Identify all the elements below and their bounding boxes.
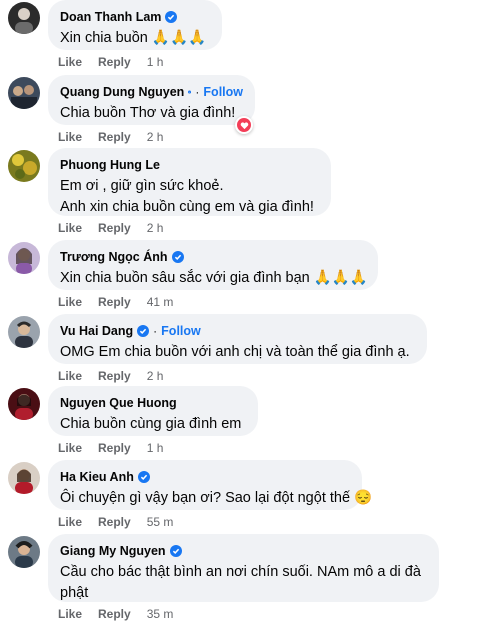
comment-text: Ôi chuyện gì vậy bạn ơi? Sao lại đột ngộ… — [60, 490, 373, 506]
avatar[interactable] — [8, 77, 40, 109]
verified-badge-icon — [137, 470, 150, 483]
like-button[interactable]: Like — [58, 515, 82, 529]
reply-button[interactable]: Reply — [98, 295, 131, 309]
comment-text: OMG Em chia buồn với anh chị và toàn thể… — [60, 344, 410, 360]
like-button[interactable]: Like — [58, 441, 82, 455]
comment-text: Chia buồn Thơ và gia đình! — [60, 105, 236, 121]
author-name[interactable]: Doan Thanh Lam — [60, 10, 161, 24]
verified-badge-icon — [165, 10, 178, 23]
comment-text: Em ơi , giữ gìn sức khoẻ. — [60, 178, 224, 194]
avatar[interactable] — [8, 316, 40, 348]
avatar[interactable] — [8, 536, 40, 568]
verified-badge-icon — [171, 250, 184, 263]
avatar[interactable] — [8, 150, 40, 182]
comment-text: Cầu cho bác thật bình an nơi chín suối. … — [60, 564, 421, 580]
comment-bubble: Doan Thanh Lam Xin chia buồn 🙏🙏🙏 — [48, 0, 222, 50]
author-name[interactable]: Quang Dung Nguyen — [60, 85, 184, 99]
comment-timestamp[interactable]: 1 h — [147, 55, 164, 69]
avatar[interactable] — [8, 242, 40, 274]
like-button[interactable]: Like — [58, 55, 82, 69]
like-button[interactable]: Like — [58, 295, 82, 309]
comment-text: Xin chia buồn 🙏🙏🙏 — [60, 30, 207, 46]
comment-bubble: Giang My Nguyen Cầu cho bác thật bình an… — [48, 534, 439, 602]
avatar[interactable] — [8, 462, 40, 494]
comment-timestamp[interactable]: 41 m — [147, 295, 174, 309]
author-name[interactable]: Vu Hai Dang — [60, 324, 133, 338]
reply-button[interactable]: Reply — [98, 515, 131, 529]
verified-badge-icon — [137, 324, 150, 337]
avatar[interactable] — [8, 2, 40, 34]
author-name[interactable]: Ha Kieu Anh — [60, 470, 134, 484]
reply-button[interactable]: Reply — [98, 221, 131, 235]
author-name[interactable]: Nguyen Que Huong — [60, 396, 177, 410]
comment-timestamp[interactable]: 2 h — [147, 221, 164, 235]
reply-button[interactable]: Reply — [98, 369, 131, 383]
comment-timestamp[interactable]: 2 h — [147, 130, 164, 144]
comment-text: Chia buồn cùng gia đình em — [60, 416, 242, 432]
comment-bubble: Quang Dung Nguyen · Follow Chia buồn Thơ… — [48, 75, 255, 125]
like-button[interactable]: Like — [58, 607, 82, 621]
avatar[interactable] — [8, 388, 40, 420]
separator-dot: · — [195, 84, 200, 99]
reply-button[interactable]: Reply — [98, 130, 131, 144]
like-button[interactable]: Like — [58, 130, 82, 144]
verified-badge-icon — [169, 544, 182, 557]
comment-text: Anh xin chia buồn cùng em và gia đình! — [60, 199, 314, 215]
comment-bubble: Nguyen Que Huong Chia buồn cùng gia đình… — [48, 386, 258, 436]
comment-text: phật — [60, 585, 89, 601]
separator-dot: · — [153, 323, 158, 338]
comment-timestamp[interactable]: 55 m — [147, 515, 174, 529]
reply-button[interactable]: Reply — [98, 607, 131, 621]
like-button[interactable]: Like — [58, 221, 82, 235]
author-name[interactable]: Trương Ngọc Ánh — [60, 250, 168, 264]
verified-badge-icon — [188, 89, 192, 94]
comment-timestamp[interactable]: 35 m — [147, 607, 174, 621]
comment-bubble: Phuong Hung Le Em ơi , giữ gìn sức khoẻ.… — [48, 148, 331, 216]
follow-button[interactable]: Follow — [161, 324, 201, 338]
comment-text: Xin chia buồn sâu sắc với gia đình bạn 🙏… — [60, 270, 368, 286]
comment-timestamp[interactable]: 2 h — [147, 369, 164, 383]
reply-button[interactable]: Reply — [98, 441, 131, 455]
reaction-badge[interactable] — [235, 116, 253, 134]
heart-icon — [237, 118, 251, 132]
reply-button[interactable]: Reply — [98, 55, 131, 69]
like-button[interactable]: Like — [58, 369, 82, 383]
comment-timestamp[interactable]: 1 h — [147, 441, 164, 455]
author-name[interactable]: Phuong Hung Le — [60, 158, 160, 172]
comment-bubble: Trương Ngọc Ánh Xin chia buồn sâu sắc vớ… — [48, 240, 378, 290]
author-name[interactable]: Giang My Nguyen — [60, 544, 166, 558]
follow-button[interactable]: Follow — [203, 85, 243, 99]
comment-bubble: Ha Kieu Anh Ôi chuyện gì vậy bạn ơi? Sao… — [48, 460, 373, 510]
comment-bubble: Vu Hai Dang · Follow OMG Em chia buồn vớ… — [48, 314, 427, 364]
